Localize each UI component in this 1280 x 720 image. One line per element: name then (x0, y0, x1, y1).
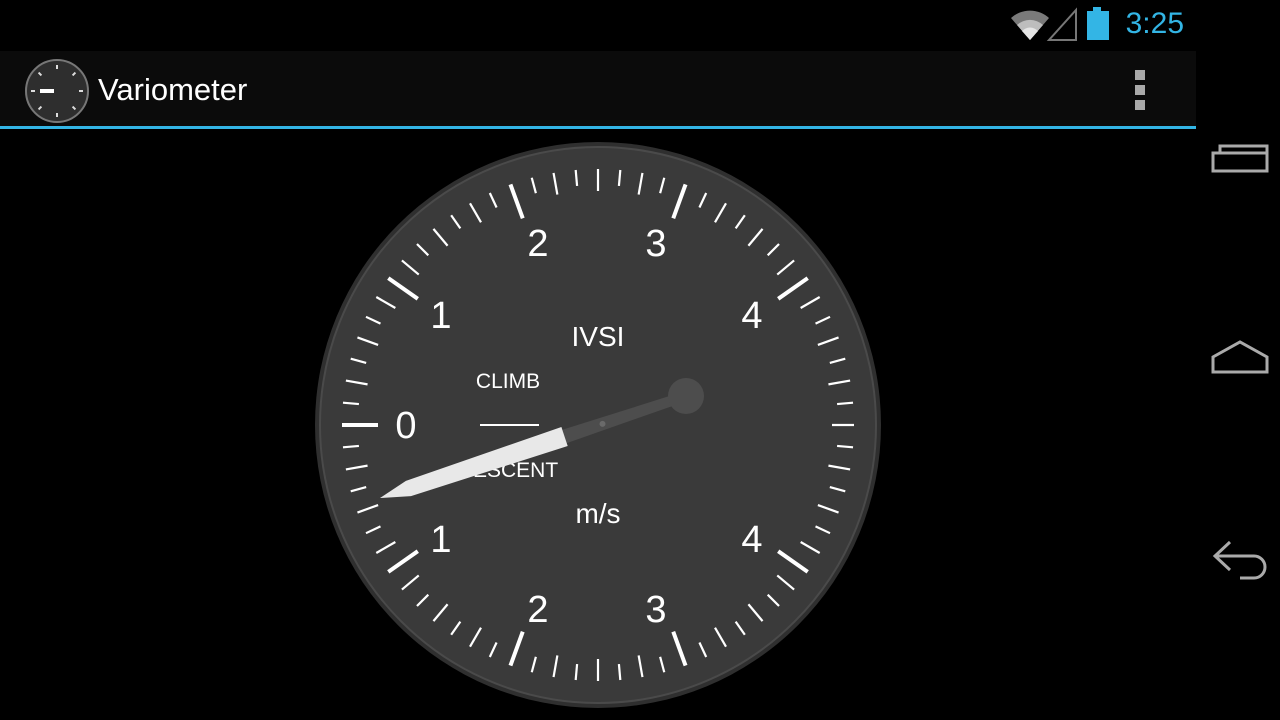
minor-tick (342, 401, 360, 406)
needle-rivet (599, 420, 606, 427)
minor-tick (342, 444, 360, 449)
climb-label: CLIMB (476, 370, 540, 393)
back-icon[interactable] (1196, 518, 1280, 598)
lower-label-4: 4 (741, 519, 762, 561)
upper-label-4: 4 (741, 295, 762, 337)
minor-tick (617, 169, 622, 187)
lower-label-1: 1 (430, 519, 451, 561)
minor-tick (574, 663, 579, 681)
ivsi-gauge: 0 1 2 3 4 1 2 3 4 IVSI CLIMB DESCENT m/s (315, 142, 881, 708)
home-icon[interactable] (1196, 320, 1280, 400)
upper-label-2: 2 (527, 223, 548, 265)
minor-tick (617, 663, 622, 681)
minor-tick (836, 401, 854, 406)
lower-label-3: 3 (645, 589, 666, 631)
minor-tick (836, 444, 854, 449)
needle-hub (668, 378, 704, 414)
upper-label-1: 1 (430, 295, 451, 337)
recent-apps-icon[interactable] (1196, 120, 1280, 200)
gauge-unit: m/s (575, 498, 620, 529)
navigation-bar (1196, 0, 1280, 720)
gauge-title: IVSI (572, 321, 625, 352)
minor-tick (574, 169, 579, 187)
lower-label-2: 2 (527, 589, 548, 631)
upper-label-3: 3 (645, 223, 666, 265)
zero-label: 0 (395, 405, 416, 447)
